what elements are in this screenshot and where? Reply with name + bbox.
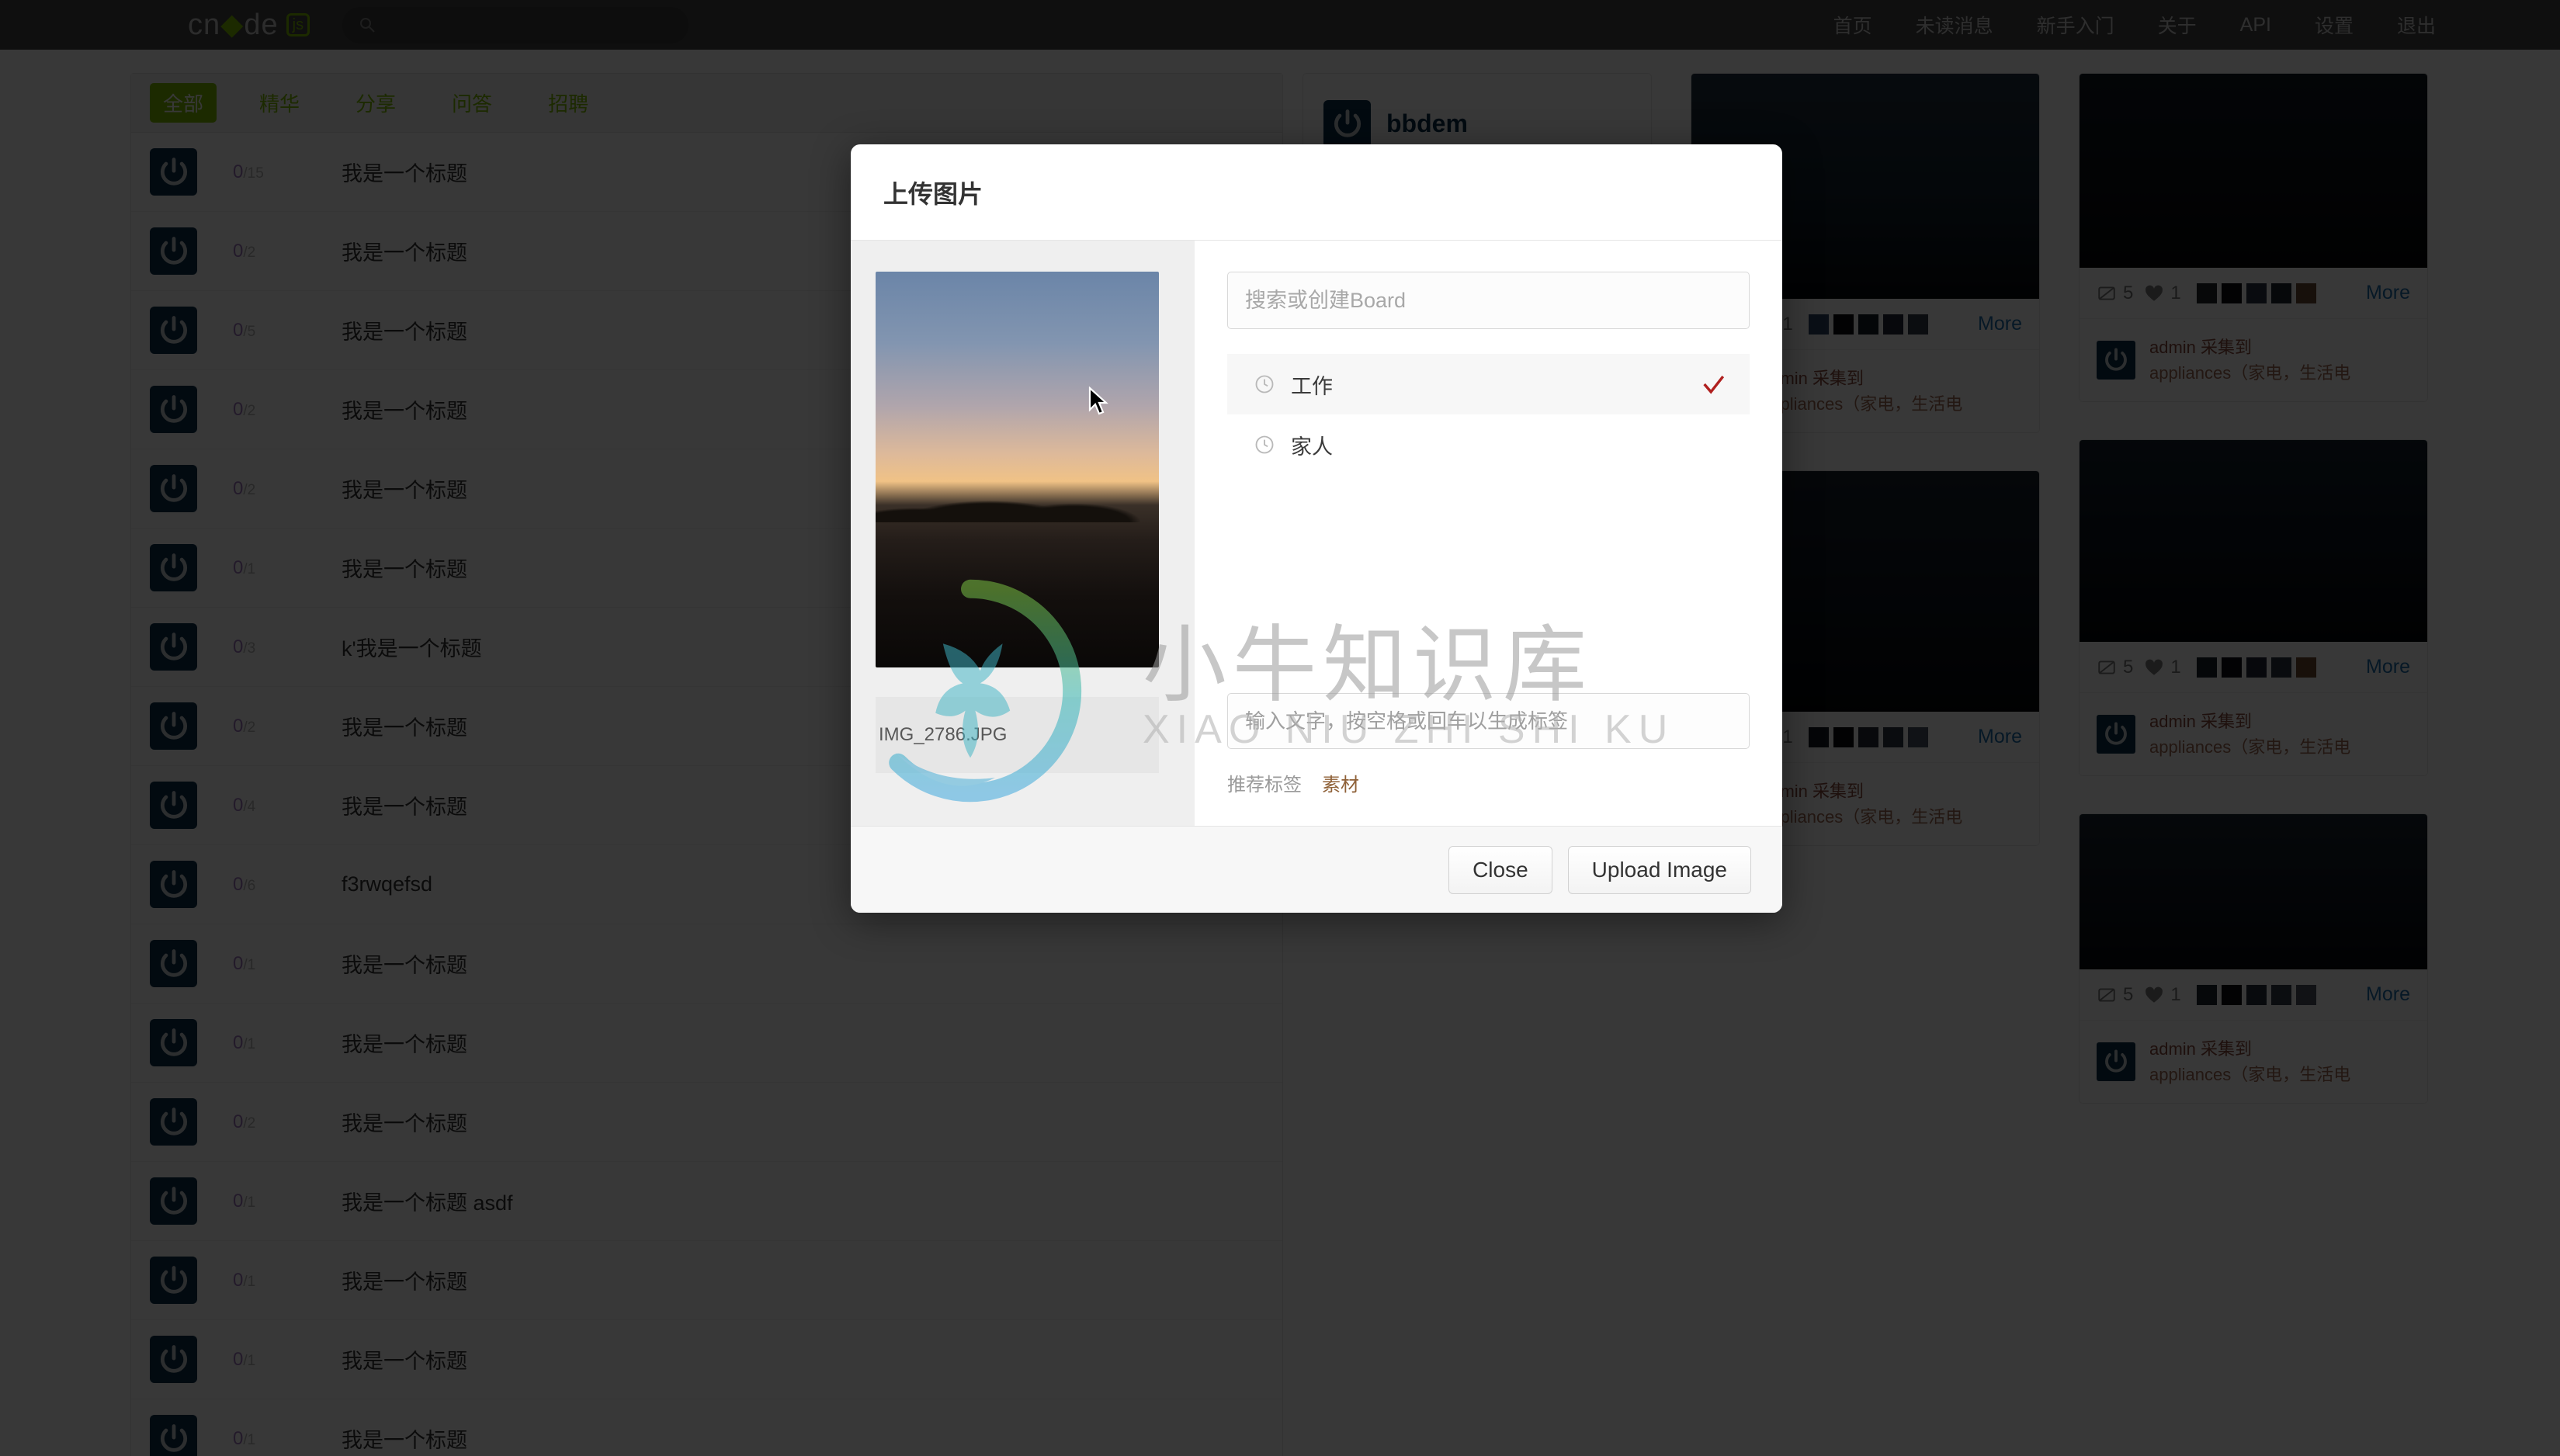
close-button[interactable]: Close bbox=[1448, 845, 1552, 894]
board-search-input[interactable] bbox=[1227, 272, 1750, 329]
dialog-footer: Close Upload Image bbox=[851, 826, 1782, 913]
dialog-body: IMG_2786.JPG 工作 bbox=[851, 241, 1782, 826]
recommended-tags-label: 推荐标签 bbox=[1227, 775, 1302, 796]
board-name: 工作 bbox=[1291, 374, 1333, 398]
dialog-title: 上传图片 bbox=[883, 179, 983, 208]
tag-input[interactable] bbox=[1227, 693, 1750, 749]
mountain-silhouette bbox=[876, 468, 1159, 522]
board-pane: 工作 家人 推荐标签 bbox=[1195, 241, 1782, 826]
screen: cn◆de js 首页 未读消息 新手入门 关于 API 设置 退出 bbox=[0, 0, 2560, 1456]
tag-area: 推荐标签 素材 bbox=[1227, 693, 1750, 826]
board-list: 工作 家人 bbox=[1227, 354, 1750, 475]
clock-icon bbox=[1255, 375, 1274, 393]
check-icon bbox=[1703, 376, 1725, 394]
upload-image-dialog: 上传图片 IMG_2786.JPG 搜索或创建Board 工作 家人 输入文字，… bbox=[851, 144, 1782, 913]
board-item-family[interactable]: 家人 bbox=[1227, 414, 1750, 475]
filename-box: IMG_2786.JPG bbox=[876, 697, 1159, 773]
clock-icon bbox=[1255, 435, 1274, 454]
image-preview-pane: IMG_2786.JPG bbox=[851, 241, 1195, 826]
board-item-work[interactable]: 工作 bbox=[1227, 354, 1750, 414]
dialog-header: 上传图片 bbox=[851, 144, 1782, 241]
recommended-tags-row: 推荐标签 素材 bbox=[1227, 769, 1750, 820]
recommended-tag-material[interactable]: 素材 bbox=[1322, 769, 1359, 796]
upload-image-button[interactable]: Upload Image bbox=[1567, 845, 1751, 894]
image-thumbnail bbox=[876, 272, 1159, 667]
filename-label: IMG_2786.JPG bbox=[879, 724, 1008, 745]
mouse-cursor-icon bbox=[1088, 387, 1108, 415]
board-name: 家人 bbox=[1291, 435, 1333, 459]
